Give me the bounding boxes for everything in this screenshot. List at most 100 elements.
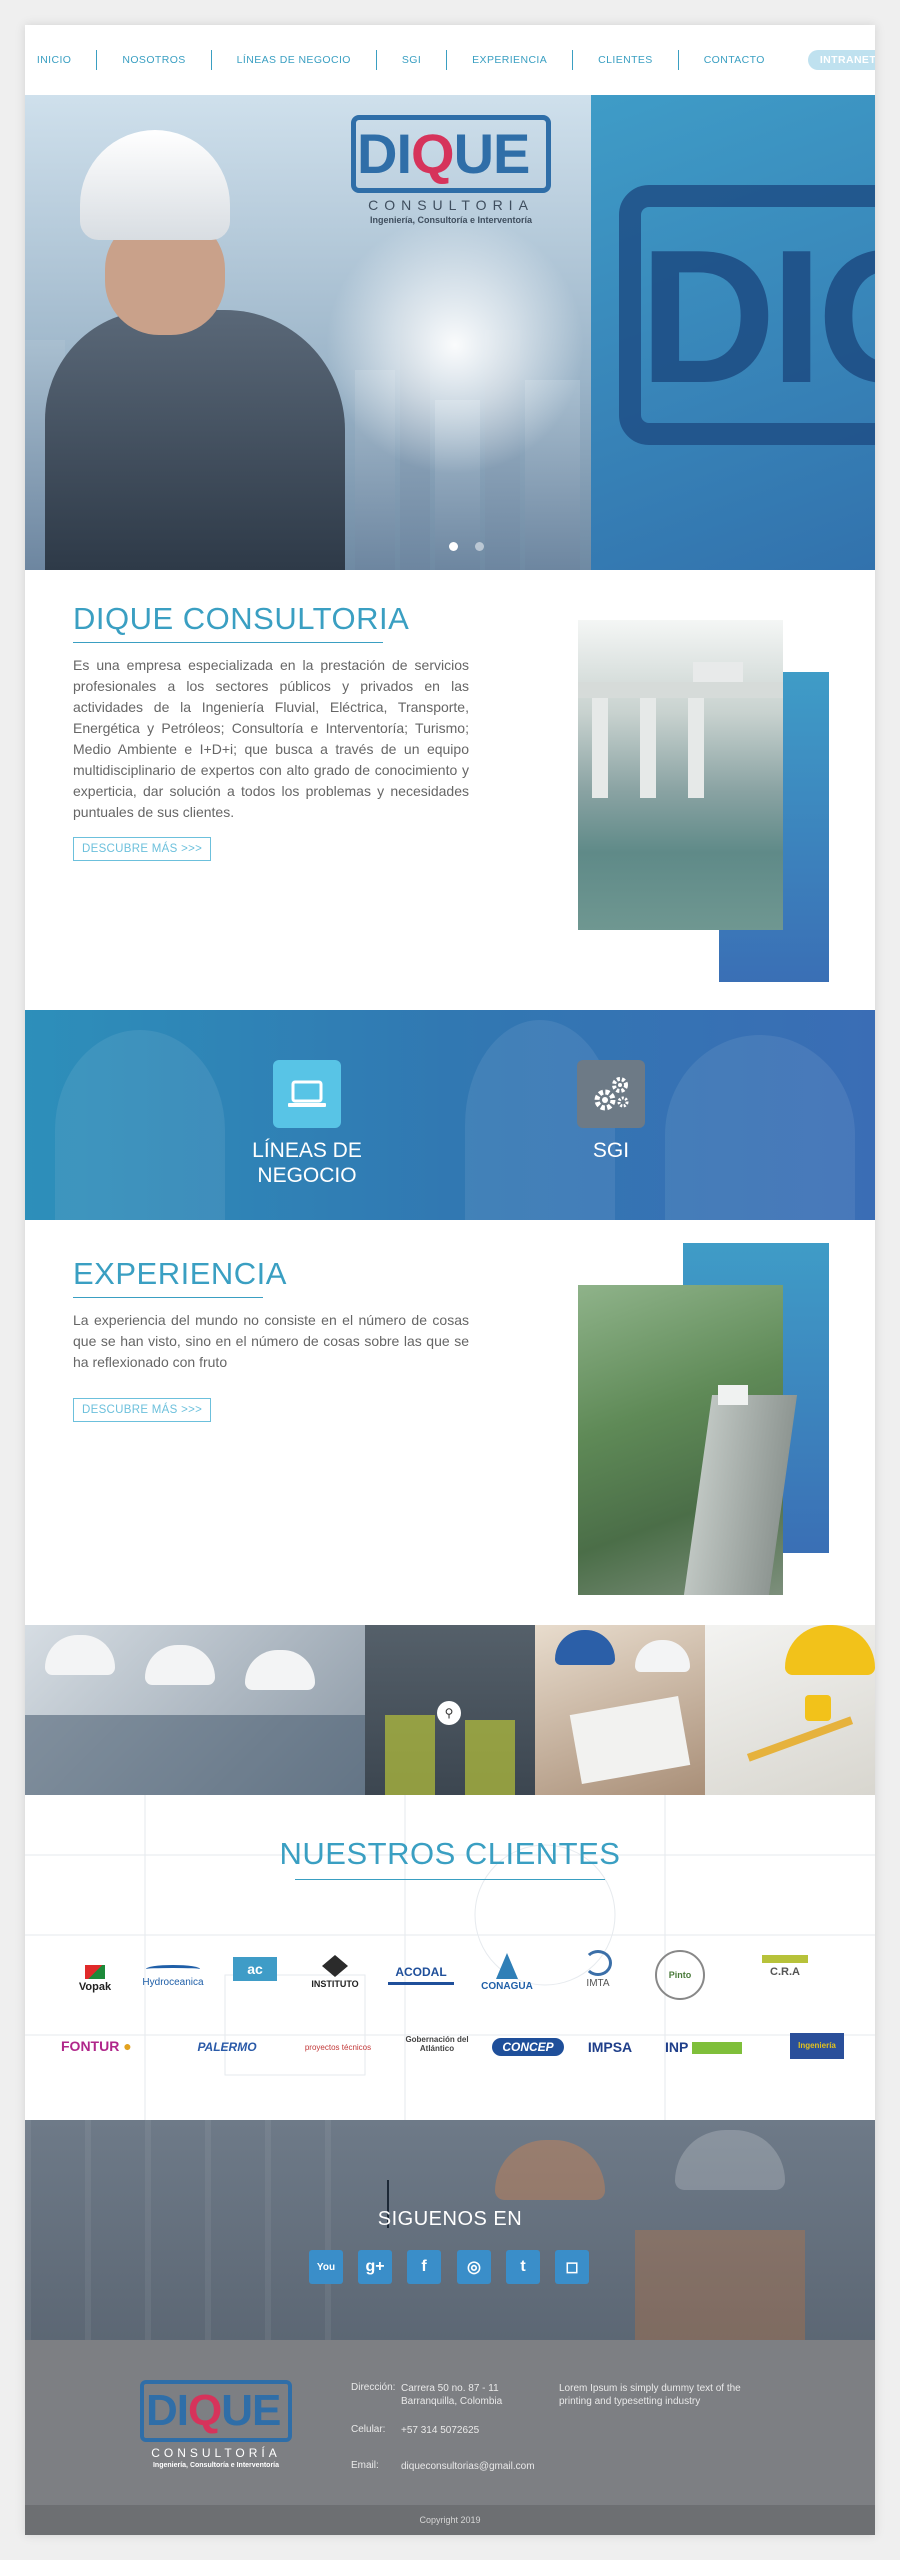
clients-title: NUESTROS CLIENTES [279, 1836, 621, 1871]
acodal-underline [388, 1982, 454, 1985]
client-logo-imta[interactable]: IMTA [563, 1950, 633, 1989]
yellow-hard-hat [785, 1625, 875, 1675]
experiencia-title-underline [73, 1297, 263, 1298]
nav-item-contacto[interactable]: CONTACTO [677, 50, 790, 70]
client-logo-hydroceanica[interactable]: Hydroceanica [133, 1965, 213, 1988]
clients-section: NUESTROS CLIENTES Vopak Hydroceanica ac … [25, 1795, 875, 2120]
client-logo-vopak[interactable]: Vopak [65, 1965, 125, 1993]
dam-building [718, 1385, 748, 1405]
instituto-mark [322, 1955, 348, 1977]
client-logo-gobernacion[interactable]: Gobernación del Atlántico [397, 2035, 477, 2053]
direccion-line-1: Carrera 50 no. 87 - 11 [401, 2383, 499, 2394]
about-discover-button[interactable]: DESCUBRE MÁS >>> [73, 837, 212, 861]
client-logo-inp[interactable]: INP [665, 2039, 755, 2055]
client-logo-fontur[interactable]: FONTUR ● [61, 2038, 171, 2054]
services-banner: LÍNEAS DE NEGOCIO SGI [25, 1010, 875, 1220]
gallery-image-tools[interactable] [705, 1625, 875, 1795]
intranet-button[interactable]: INTRANET [807, 50, 875, 70]
drop-mark [496, 1953, 518, 1979]
facebook-icon[interactable]: f [407, 2250, 441, 2284]
instagram-icon[interactable]: ◻ [555, 2250, 589, 2284]
client-logo-circle[interactable]: Pinto [650, 1950, 710, 2000]
dam-pillar [688, 698, 704, 798]
hero-logo-text: DIQ [639, 211, 875, 423]
pencil [746, 1716, 854, 1762]
gallery-image-team[interactable] [25, 1625, 365, 1795]
top-nav: INICIO NOSOTROS LÍNEAS DE NEGOCIO SGI EX… [25, 25, 875, 95]
about-title: DIQUE CONSULTORIA [73, 601, 410, 636]
dam-pillar [592, 698, 608, 798]
vopak-mark [85, 1965, 105, 1979]
worker-helmet [495, 2140, 605, 2200]
sgi-label[interactable]: SGI [545, 1138, 677, 1163]
laptop-icon [288, 1080, 326, 1107]
client-logo-conagua[interactable]: CONAGUA [475, 1953, 539, 1992]
experiencia-discover-button[interactable]: DESCUBRE MÁS >>> [73, 1398, 212, 1422]
team-bodies [25, 1715, 365, 1795]
sunlight-glow [325, 215, 585, 475]
footer-logo-word: DIQUE [146, 2386, 281, 2435]
footer-lorem: Lorem Ipsum is simply dummy text of the … [559, 2383, 741, 2407]
client-logo-instituto[interactable]: INSTITUTO [305, 1955, 365, 1989]
twitter-icon[interactable]: t [506, 2250, 540, 2284]
hard-hat [145, 1645, 215, 1685]
search-icon[interactable]: ⚲ [437, 1701, 461, 1725]
client-logo-concep[interactable]: CONCEP [492, 2038, 564, 2056]
safety-vest [465, 1720, 515, 1795]
worker-helmet [675, 2130, 785, 2190]
client-logo-proyectos-tecnicos[interactable]: proyectos técnicos [293, 2043, 383, 2052]
email-value[interactable]: diqueconsultorias@gmail.com [401, 2460, 535, 2473]
about-text: Es una empresa especializada en la prest… [73, 657, 469, 820]
youtube-icon[interactable]: You [309, 2250, 343, 2284]
client-logo-ingenieria[interactable]: Ingeniería [790, 2033, 844, 2059]
dam-bridge [578, 682, 783, 698]
nav-item-clientes[interactable]: CLIENTES [572, 50, 678, 70]
nav-item-experiencia[interactable]: EXPERIENCIA [446, 50, 572, 70]
copyright-bar: Copyright 2019 [25, 2505, 875, 2535]
sgi-tile[interactable] [577, 1060, 645, 1128]
client-logo-acodal[interactable]: ACODAL [381, 1965, 461, 1985]
imta-mark [584, 1950, 612, 1976]
experiencia-text: La experiencia del mundo no consiste en … [73, 1312, 469, 1370]
nav-item-lineas-de-negocio[interactable]: LÍNEAS DE NEGOCIO [210, 50, 376, 70]
hard-hat [45, 1635, 115, 1675]
email-label: Email: [351, 2460, 379, 2471]
footer-logo-tagline: Ingeniería, Consultoría e Interventoría [152, 2462, 280, 2469]
footer-logo: DIQUE CONSULTORÍA Ingeniería, Consultorí… [140, 2380, 292, 2490]
hero-logo: DIQUE CONSULTORIA Ingeniería, Consultorí… [351, 115, 551, 225]
clients-title-underline [295, 1879, 605, 1880]
direccion-line-2: Barranquilla, Colombia [401, 2396, 503, 2407]
slider-dot-active[interactable] [449, 542, 458, 551]
hard-hat [245, 1650, 315, 1690]
logo-subtitle: CONSULTORIA [368, 197, 534, 213]
gallery-image-plans[interactable] [535, 1625, 705, 1795]
celular-value[interactable]: +57 314 5072625 [401, 2424, 479, 2437]
tape-measure [805, 1695, 831, 1721]
copyright-text: Copyright 2019 [419, 2515, 481, 2525]
banner-worker-image [665, 1035, 855, 1220]
slider-dot[interactable] [475, 542, 484, 551]
client-logo-cra[interactable]: C.R.A [755, 1955, 815, 1978]
lineas-de-negocio-tile[interactable] [273, 1060, 341, 1128]
logo-tagline: Ingeniería, Consultoría e Interventoría [369, 215, 533, 225]
nav-item-sgi[interactable]: SGI [375, 50, 446, 70]
hero-slider: DIQ DIQUE CONSULTORIA Ingeniería, Consul… [25, 95, 875, 570]
client-logo-palermo[interactable]: PALERMO [187, 2040, 267, 2054]
blueprint [569, 1695, 691, 1785]
google-plus-icon[interactable]: g+ [358, 2250, 392, 2284]
banner-worker-image [55, 1030, 225, 1220]
client-logo-ac[interactable]: ac [225, 1957, 285, 1981]
dribbble-icon[interactable]: ◎ [457, 2250, 491, 2284]
footer-logo-subtitle: CONSULTORÍA [151, 2446, 281, 2460]
nav-list: INICIO NOSOTROS LÍNEAS DE NEGOCIO SGI EX… [25, 50, 875, 70]
gallery-image-workers[interactable]: ⚲ [365, 1625, 535, 1795]
nav-item-nosotros[interactable]: NOSOTROS [96, 50, 210, 70]
direccion-label: Dirección: [351, 2382, 396, 2393]
about-title-underline [73, 642, 383, 643]
nav-item-inicio[interactable]: INICIO [25, 50, 96, 70]
about-dam-photo [578, 620, 783, 930]
lineas-de-negocio-label[interactable]: LÍNEAS DE NEGOCIO [210, 1138, 404, 1188]
experiencia-title: EXPERIENCIA [73, 1256, 287, 1291]
client-logo-impsa[interactable]: IMPSA [573, 2039, 647, 2055]
wave-mark [146, 1965, 200, 1973]
